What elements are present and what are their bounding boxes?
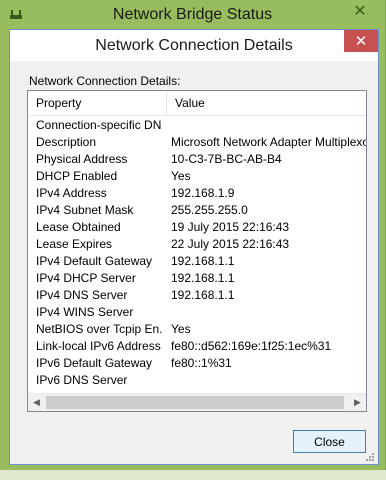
value-cell: 10-C3-7B-BC-AB-B4 <box>171 152 282 166</box>
table-row[interactable]: Connection-specific DN... <box>28 117 366 134</box>
value-cell: 192.168.1.1 <box>171 254 235 268</box>
back-window-title: Network Bridge Status <box>112 6 273 23</box>
close-icon[interactable]: ✕ <box>344 30 378 52</box>
value-cell: 192.168.1.9 <box>171 186 235 200</box>
table-row[interactable]: Lease Obtained 19 July 2015 22:16:43 <box>28 219 366 236</box>
value-cell: 22 July 2015 22:16:43 <box>171 237 290 251</box>
table-row[interactable]: IPv4 Default Gateway 192.168.1.1 <box>28 253 366 270</box>
property-cell: IPv6 Default Gateway <box>36 356 153 370</box>
column-header-property[interactable]: Property <box>28 91 167 115</box>
property-cell: IPv4 Address <box>36 186 107 200</box>
network-connection-details-dialog: Network Connection Details ✕ Network Con… <box>9 29 379 465</box>
property-cell: Physical Address <box>36 152 128 166</box>
back-window-bottom <box>0 470 386 480</box>
value-cell: 192.168.1.1 <box>171 271 235 285</box>
property-cell: IPv4 DNS Server <box>36 288 128 302</box>
property-cell: Connection-specific DN... <box>36 118 162 132</box>
details-listview[interactable]: Property Value Connection-specific DN...… <box>27 90 367 412</box>
value-cell: 192.168.1.1 <box>171 288 235 302</box>
value-cell: 255.255.255.0 <box>171 203 248 217</box>
table-row[interactable]: DHCP Enabled Yes <box>28 168 366 185</box>
table-row[interactable]: IPv4 Subnet Mask 255.255.255.0 <box>28 202 366 219</box>
table-row[interactable]: Physical Address 10-C3-7B-BC-AB-B4 <box>28 151 366 168</box>
property-cell: IPv4 DHCP Server <box>36 271 136 285</box>
dialog-titlebar: Network Connection Details ✕ <box>10 30 378 61</box>
close-button[interactable]: Close <box>293 430 366 453</box>
table-row[interactable]: IPv4 DNS Server 192.168.1.1 <box>28 287 366 304</box>
property-cell: Lease Obtained <box>36 220 121 234</box>
property-cell: NetBIOS over Tcpip En... <box>36 322 162 336</box>
details-caption: Network Connection Details: <box>29 74 181 88</box>
table-row[interactable]: IPv6 Default Gateway fe80::1%31 <box>28 355 366 372</box>
column-header-value[interactable]: Value <box>167 91 366 115</box>
value-cell: fe80::d562:169e:1f25:1ec%31 <box>171 339 332 353</box>
table-row[interactable]: NetBIOS over Tcpip En... Yes <box>28 321 366 338</box>
value-cell: fe80::1%31 <box>171 356 232 370</box>
resize-grip-icon[interactable] <box>365 451 375 461</box>
table-row[interactable]: IPv6 DNS Server <box>28 372 366 389</box>
dialog-title: Network Connection Details <box>95 37 293 54</box>
horizontal-scrollbar[interactable]: ◀ ▶ <box>28 393 366 411</box>
property-cell: Link-local IPv6 Address <box>36 339 161 353</box>
table-row[interactable]: IPv4 Address 192.168.1.9 <box>28 185 366 202</box>
property-cell: IPv4 Subnet Mask <box>36 203 134 217</box>
property-cell: IPv6 DNS Server <box>36 373 128 387</box>
table-row[interactable]: Lease Expires 22 July 2015 22:16:43 <box>28 236 366 253</box>
value-cell: Microsoft Network Adapter Multiplexor Dr… <box>171 135 366 149</box>
value-cell: Yes <box>171 169 191 183</box>
value-cell: Yes <box>171 322 191 336</box>
scroll-right-icon[interactable]: ▶ <box>349 394 366 411</box>
table-row[interactable]: Link-local IPv6 Address fe80::d562:169e:1… <box>28 338 366 355</box>
property-cell: Lease Expires <box>36 237 113 251</box>
property-cell: IPv4 Default Gateway <box>36 254 153 268</box>
value-cell: 19 July 2015 22:16:43 <box>171 220 290 234</box>
close-icon[interactable]: ✕ <box>341 1 379 21</box>
scroll-left-icon[interactable]: ◀ <box>28 394 45 411</box>
table-row[interactable]: Description Microsoft Network Adapter Mul… <box>28 134 366 151</box>
listview-rows: Connection-specific DN... Description Micr… <box>28 117 366 389</box>
scrollbar-thumb[interactable] <box>46 396 344 409</box>
table-row[interactable]: IPv4 DHCP Server 192.168.1.1 <box>28 270 366 287</box>
table-row[interactable]: IPv4 WINS Server <box>28 304 366 321</box>
property-cell: IPv4 WINS Server <box>36 305 134 319</box>
property-cell: Description <box>36 135 97 149</box>
listview-header: Property Value <box>28 91 366 116</box>
property-cell: DHCP Enabled <box>36 169 118 183</box>
